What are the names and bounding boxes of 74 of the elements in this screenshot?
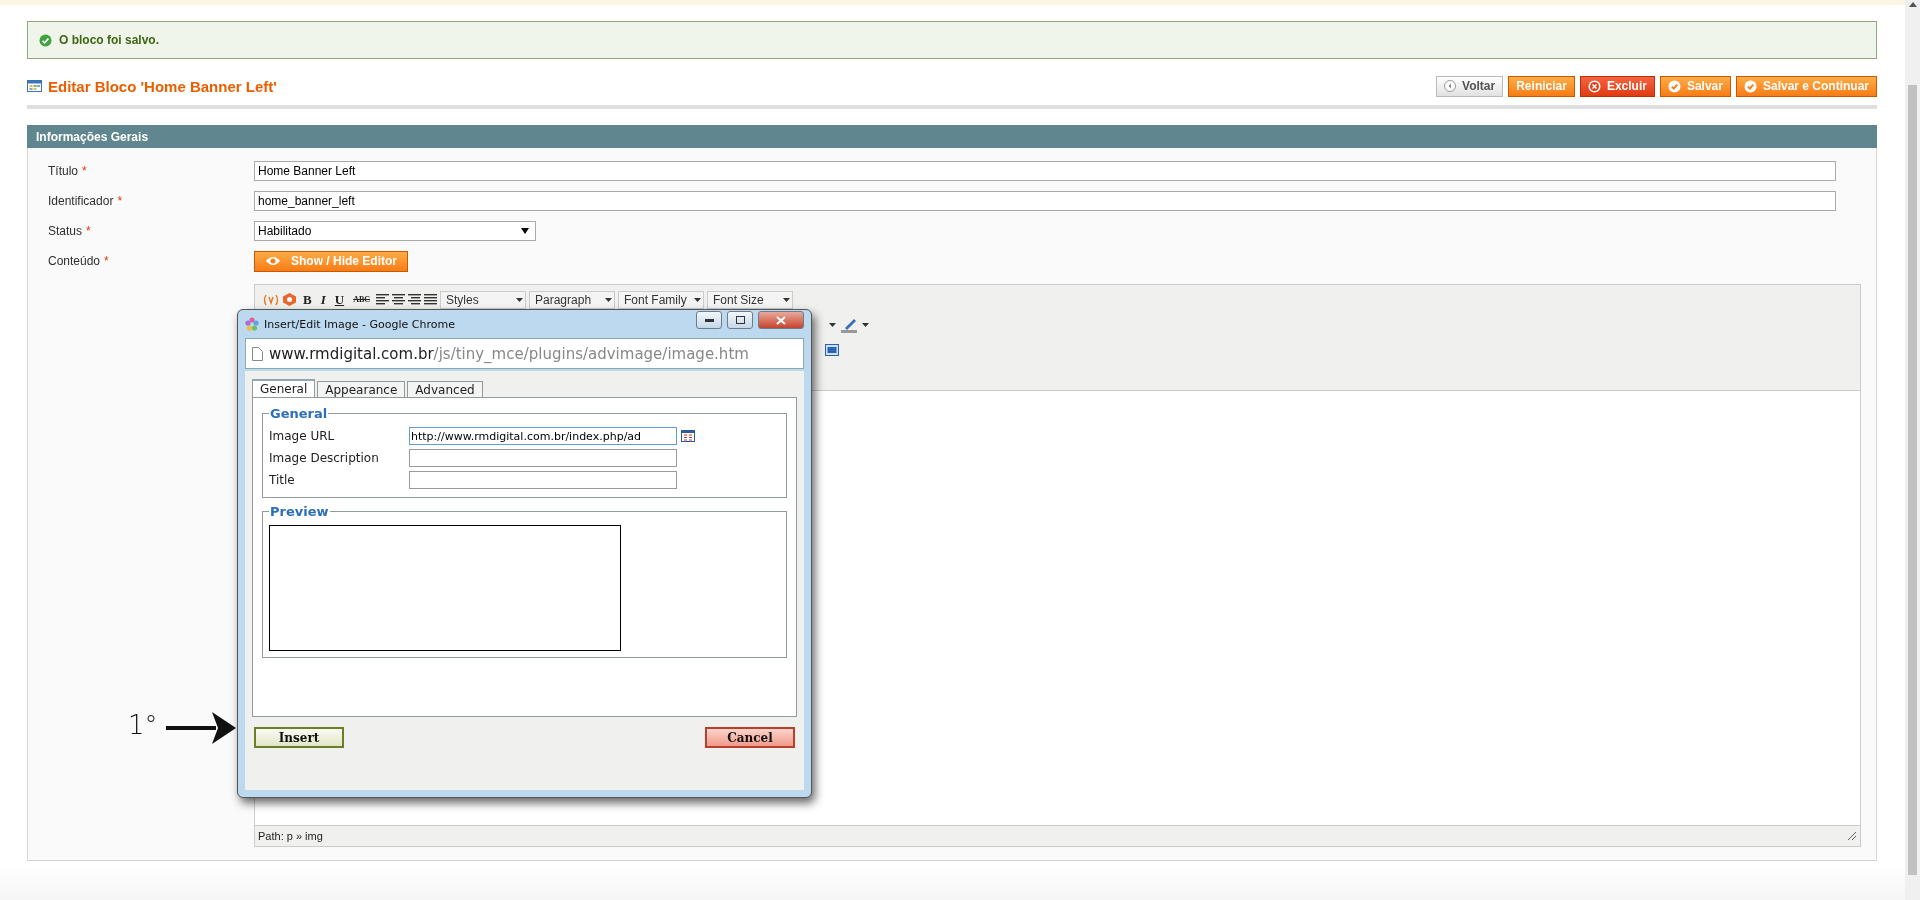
- toolbar-select[interactable]: Font Size: [707, 290, 793, 309]
- table-icon[interactable]: [825, 343, 839, 356]
- maximize-button[interactable]: [727, 311, 753, 329]
- action-button[interactable]: Voltar: [1436, 75, 1504, 97]
- dropdown-icon[interactable]: [829, 322, 836, 327]
- dropdown-icon: [694, 297, 701, 302]
- dropdown-icon[interactable]: [862, 322, 869, 327]
- close-button[interactable]: [758, 311, 804, 329]
- dropdown-icon: [521, 228, 529, 234]
- toolbar-select[interactable]: Font Family: [618, 290, 704, 309]
- format-button[interactable]: ABC: [350, 290, 373, 309]
- field-label: Título *: [48, 164, 88, 178]
- maximize-icon: [735, 316, 745, 324]
- page-url: www.rmdigital.com.br/js/tiny_mce/plugins/advimage/image.htm: [269, 344, 749, 363]
- text-field[interactable]: [409, 471, 677, 489]
- address-bar[interactable]: www.rmdigital.com.br/js/tiny_mce/plugins/advimage/image.htm: [245, 338, 804, 369]
- format-button[interactable]: I: [317, 290, 329, 309]
- fieldset-legend: Preview: [269, 504, 330, 519]
- align-icon[interactable]: [408, 294, 421, 305]
- field-label: Title: [269, 473, 296, 487]
- dialog-tab[interactable]: General: [252, 379, 316, 397]
- highlight-pen-icon[interactable]: [839, 316, 859, 333]
- align-icon[interactable]: [376, 294, 389, 305]
- dropdown-icon: [516, 297, 523, 302]
- message-text: O bloco foi salvo.: [59, 33, 159, 47]
- toolbar-select[interactable]: Styles: [440, 290, 526, 309]
- action-button[interactable]: Excluir: [1579, 75, 1655, 97]
- back-icon: [1444, 80, 1457, 92]
- text-field[interactable]: home_banner_left: [254, 191, 1836, 211]
- field-label: Identificador *: [48, 194, 124, 208]
- close-icon: [1587, 79, 1601, 93]
- step-annotation: 1°: [128, 710, 158, 740]
- align-icon[interactable]: [392, 294, 405, 305]
- section-header: Informações Gerais: [27, 125, 1877, 148]
- fieldset-legend: General: [269, 406, 329, 421]
- resize-handle-icon[interactable]: [1847, 831, 1857, 841]
- eye-icon: [265, 256, 281, 266]
- element-path: Path: p » img: [258, 830, 323, 842]
- field-label: Image Description: [269, 451, 380, 465]
- flower-icon: [245, 317, 259, 331]
- widget-icon[interactable]: [263, 292, 279, 307]
- grid-icon: [27, 80, 42, 92]
- align-icon[interactable]: [424, 294, 437, 305]
- page-title: Editar Bloco 'Home Banner Left': [48, 77, 278, 95]
- check-icon: [1743, 79, 1757, 93]
- insert-button[interactable]: Insert: [254, 727, 344, 748]
- status-select[interactable]: Habilitado: [254, 221, 536, 241]
- toolbar-select[interactable]: Paragraph: [529, 290, 615, 309]
- format-button[interactable]: U: [331, 290, 348, 309]
- window-title: Insert/Edit Image - Google Chrome: [264, 317, 456, 331]
- check-circle-icon: [39, 33, 52, 47]
- scroll-up-icon[interactable]: [1908, 2, 1917, 7]
- format-button[interactable]: B: [300, 290, 315, 309]
- minimize-button[interactable]: [696, 311, 722, 329]
- scrollbar[interactable]: [1905, 0, 1920, 900]
- cancel-button[interactable]: Cancel: [705, 727, 795, 748]
- dropdown-icon: [783, 297, 790, 302]
- arrow-icon: [166, 710, 236, 746]
- dropdown-icon: [605, 297, 612, 302]
- field-label: Image URL: [269, 429, 336, 443]
- close-icon: [776, 315, 786, 325]
- text-field[interactable]: http://www.rmdigital.com.br/index.php/ad: [409, 427, 677, 445]
- text-field[interactable]: Home Banner Left: [254, 161, 1836, 181]
- dialog-tab[interactable]: Advanced: [407, 381, 483, 397]
- text-field[interactable]: [409, 449, 677, 467]
- page-icon: [252, 346, 263, 361]
- field-label: Conteúdo *: [48, 254, 110, 268]
- field-label: Status *: [48, 224, 92, 238]
- dialog-tab[interactable]: Appearance: [317, 381, 406, 397]
- check-icon: [1667, 79, 1681, 93]
- image-icon[interactable]: [282, 292, 297, 307]
- minimize-icon: [704, 318, 714, 322]
- scroll-thumb[interactable]: [1908, 85, 1917, 875]
- browse-icon[interactable]: [681, 430, 695, 442]
